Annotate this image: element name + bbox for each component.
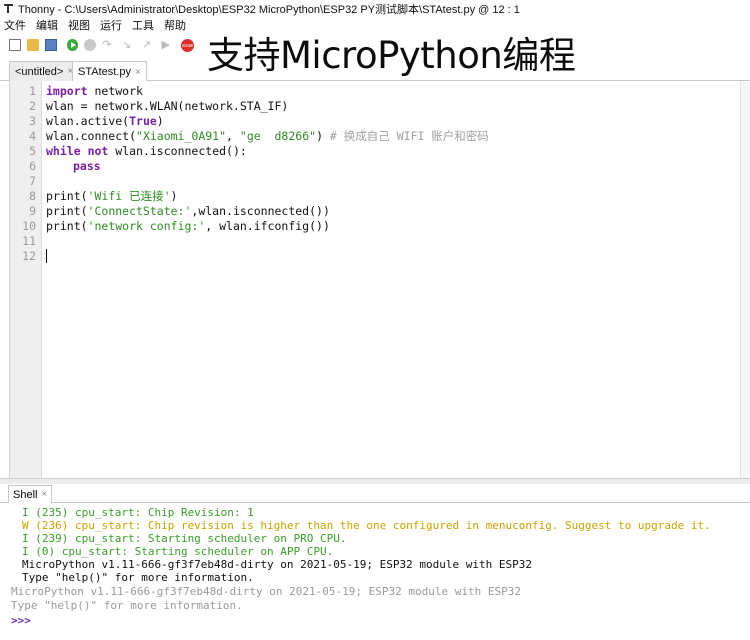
menu-edit[interactable]: 编辑: [36, 17, 58, 33]
shell-output-line: Type "help()" for more information.: [22, 571, 254, 584]
shell-tab-bar: Shell ×: [0, 484, 750, 503]
tab-shell[interactable]: Shell ×: [8, 485, 53, 503]
code-text: , wlan.ifconfig()): [205, 219, 330, 233]
shell-output-line: MicroPython v1.11-666-gf3f7eb48d-dirty o…: [22, 558, 532, 571]
code-text: wlan.active(: [46, 114, 130, 128]
open-file-icon[interactable]: [26, 39, 39, 51]
code-text: print(: [46, 189, 88, 203]
editor-scrollbar[interactable]: [740, 81, 750, 478]
tab-label: <untitled>: [15, 65, 64, 78]
menu-view[interactable]: 视图: [68, 17, 90, 33]
code-text: ): [156, 114, 164, 128]
string-literal: 'network config:': [87, 219, 206, 233]
tab-untitled[interactable]: <untitled> ×: [9, 61, 80, 81]
line-number: 11: [22, 234, 36, 248]
tab-label: STAtest.py: [78, 66, 131, 78]
debug-icon[interactable]: [84, 39, 97, 51]
code-line-5: while not wlan.isconnected():: [46, 144, 247, 159]
code-text: network: [87, 84, 143, 98]
code-text: ): [316, 129, 330, 143]
menu-run[interactable]: 运行: [100, 17, 122, 33]
code-text: ,: [226, 129, 240, 143]
shell-output-line: Type "help()" for more information.: [11, 599, 243, 612]
code-line-4: wlan.connect("Xiaomi_0A91", "ge d8266") …: [46, 129, 489, 144]
line-number: 1: [29, 84, 36, 98]
line-number: 12: [22, 249, 36, 263]
shell-output-line: I (239) cpu_start: Starting scheduler on…: [22, 532, 347, 545]
line-number: 9: [29, 204, 36, 218]
code-line-2: wlan = network.WLAN(network.STA_IF): [46, 99, 289, 113]
shell-console[interactable]: I (235) cpu_start: Chip Revision: 1 W (2…: [8, 503, 750, 640]
text-cursor: [46, 249, 47, 263]
window-title: Thonny - C:\Users\Administrator\Desktop\…: [18, 3, 520, 16]
code-text: wlan.connect(: [46, 129, 137, 143]
shell-prompt[interactable]: >>>: [11, 614, 31, 627]
keyword: import: [46, 84, 88, 98]
step-into-icon[interactable]: ↘: [122, 39, 136, 51]
line-number-gutter: 1 2 3 4 5 6 7 8 9 10 11 12: [10, 81, 42, 478]
code-text: ): [170, 189, 178, 203]
code-text: print(: [46, 219, 88, 233]
resume-icon[interactable]: ▶: [161, 39, 175, 51]
line-number: 5: [29, 144, 36, 158]
code-line-3: wlan.active(True): [46, 114, 164, 129]
code-text: ,wlan.isconnected()): [191, 204, 330, 218]
code-line-9: print('ConnectState:',wlan.isconnected()…: [46, 204, 330, 219]
line-number: 7: [29, 174, 36, 188]
shell-output-line: I (0) cpu_start: Starting scheduler on A…: [22, 545, 334, 558]
line-number: 6: [29, 159, 36, 173]
code-text: wlan.isconnected():: [108, 144, 247, 158]
tab-label: Shell: [13, 488, 38, 501]
line-number: 4: [29, 129, 36, 143]
code-line-10: print('network config:', wlan.ifconfig()…: [46, 219, 330, 234]
tab-close-icon[interactable]: ×: [41, 489, 47, 500]
run-icon[interactable]: [66, 39, 79, 51]
editor-tab-bar: <untitled> × STAtest.py ×: [0, 59, 750, 82]
string-literal: "ge d8266": [239, 129, 317, 143]
menu-bar: 文件 编辑 视图 运行 工具 帮助: [0, 17, 750, 33]
code-line-1: import network: [46, 84, 143, 99]
line-number: 3: [29, 114, 36, 128]
shell-output-line: MicroPython v1.11-666-gf3f7eb48d-dirty o…: [11, 585, 521, 598]
thonny-logo-icon: [3, 3, 14, 14]
tab-statest[interactable]: STAtest.py ×: [72, 61, 147, 82]
toolbar: ↷ ↘ ↗ ▶ STOP: [0, 34, 200, 56]
stop-icon[interactable]: STOP: [181, 38, 195, 52]
code-line-8: print('Wifi 已连接'): [46, 189, 177, 204]
step-over-icon[interactable]: ↷: [102, 39, 116, 51]
keyword: pass: [73, 159, 101, 173]
code-editor[interactable]: 1 2 3 4 5 6 7 8 9 10 11 12 import networ…: [9, 81, 750, 478]
code-text: print(: [46, 204, 88, 218]
menu-help[interactable]: 帮助: [164, 17, 186, 33]
code-line-6: pass: [73, 159, 101, 174]
title-bar: Thonny - C:\Users\Administrator\Desktop\…: [0, 0, 750, 17]
shell-output-line: I (235) cpu_start: Chip Revision: 1: [22, 506, 254, 519]
keyword: while: [46, 144, 81, 158]
keyword: True: [129, 114, 157, 128]
shell-output-line: W (236) cpu_start: Chip revision is high…: [22, 519, 711, 532]
code-comment: # 换成自己 WIFI 账户和密码: [329, 129, 489, 143]
string-literal: 'ConnectState:': [87, 204, 192, 218]
menu-tools[interactable]: 工具: [132, 17, 154, 33]
string-literal: "Xiaomi_0A91": [136, 129, 227, 143]
string-literal: 'Wifi 已连接': [87, 189, 171, 203]
step-out-icon[interactable]: ↗: [142, 39, 156, 51]
line-number: 8: [29, 189, 36, 203]
save-icon[interactable]: [44, 39, 57, 51]
line-number: 10: [22, 219, 36, 233]
menu-file[interactable]: 文件: [4, 17, 26, 33]
keyword: not: [87, 144, 109, 158]
tab-close-icon[interactable]: ×: [135, 67, 141, 78]
line-number: 2: [29, 99, 36, 113]
new-file-icon[interactable]: [9, 39, 21, 51]
